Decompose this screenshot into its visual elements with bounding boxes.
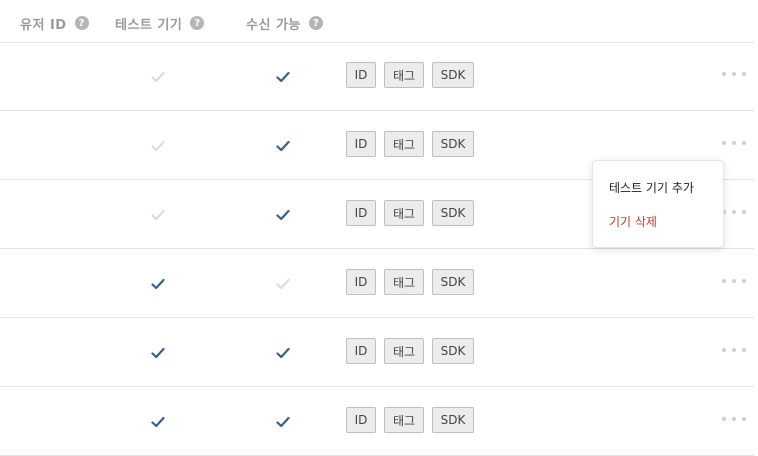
id-button[interactable]: ID bbox=[346, 131, 376, 157]
receivable-check-icon bbox=[276, 209, 290, 221]
more-options-icon[interactable] bbox=[722, 208, 746, 216]
sdk-button[interactable]: SDK bbox=[432, 131, 474, 157]
header-user-id-label: 유저 ID bbox=[20, 17, 67, 33]
id-button[interactable]: ID bbox=[346, 200, 376, 226]
id-button[interactable]: ID bbox=[346, 338, 376, 364]
receivable-check-icon bbox=[276, 71, 290, 83]
id-button[interactable]: ID bbox=[346, 269, 376, 295]
help-icon[interactable]: ? bbox=[190, 16, 205, 30]
more-options-icon[interactable] bbox=[722, 415, 746, 423]
sdk-button[interactable]: SDK bbox=[432, 269, 474, 295]
header-receivable-label: 수신 가능 bbox=[246, 17, 301, 33]
id-button[interactable]: ID bbox=[346, 407, 376, 433]
tag-button[interactable]: 태그 bbox=[384, 62, 424, 88]
table-row: ID 태그 SDK bbox=[0, 42, 754, 111]
table-header: 유저 ID ? 테스트 기기 ? 수신 가능 ? bbox=[0, 0, 754, 43]
delete-device-menu-item[interactable]: 기기 삭제 bbox=[609, 213, 657, 230]
receivable-check-icon bbox=[276, 347, 290, 359]
more-options-icon[interactable] bbox=[722, 346, 746, 354]
tag-button[interactable]: 태그 bbox=[384, 200, 424, 226]
test-device-check-icon-inactive bbox=[151, 140, 165, 152]
tag-button[interactable]: 태그 bbox=[384, 407, 424, 433]
more-options-icon[interactable] bbox=[722, 277, 746, 285]
test-device-check-icon-inactive bbox=[151, 71, 165, 83]
header-user-id: 유저 ID ? bbox=[20, 14, 89, 33]
id-button[interactable]: ID bbox=[346, 62, 376, 88]
tag-button[interactable]: 태그 bbox=[384, 338, 424, 364]
more-options-icon[interactable] bbox=[722, 139, 746, 147]
table-row: ID 태그 SDK bbox=[0, 387, 754, 456]
row-context-menu: 테스트 기기 추가 기기 삭제 bbox=[592, 160, 724, 248]
add-test-device-menu-item[interactable]: 테스트 기기 추가 bbox=[609, 179, 694, 196]
receivable-check-icon bbox=[276, 416, 290, 428]
sdk-button[interactable]: SDK bbox=[432, 338, 474, 364]
tag-button[interactable]: 태그 bbox=[384, 131, 424, 157]
table-row: ID 태그 SDK bbox=[0, 318, 754, 387]
table-row: ID 태그 SDK bbox=[0, 249, 754, 318]
test-device-check-icon bbox=[151, 416, 165, 428]
header-test-device: 테스트 기기 ? bbox=[115, 14, 205, 33]
sdk-button[interactable]: SDK bbox=[432, 62, 474, 88]
help-icon[interactable]: ? bbox=[74, 16, 89, 30]
receivable-check-icon bbox=[276, 140, 290, 152]
more-options-icon[interactable] bbox=[722, 70, 746, 78]
sdk-button[interactable]: SDK bbox=[432, 407, 474, 433]
test-device-check-icon-inactive bbox=[151, 209, 165, 221]
header-receivable: 수신 가능 ? bbox=[246, 14, 323, 33]
sdk-button[interactable]: SDK bbox=[432, 200, 474, 226]
tag-button[interactable]: 태그 bbox=[384, 269, 424, 295]
header-test-device-label: 테스트 기기 bbox=[115, 17, 183, 33]
receivable-check-icon-inactive bbox=[276, 278, 290, 290]
help-icon[interactable]: ? bbox=[308, 16, 323, 30]
test-device-check-icon bbox=[151, 278, 165, 290]
test-device-check-icon bbox=[151, 347, 165, 359]
